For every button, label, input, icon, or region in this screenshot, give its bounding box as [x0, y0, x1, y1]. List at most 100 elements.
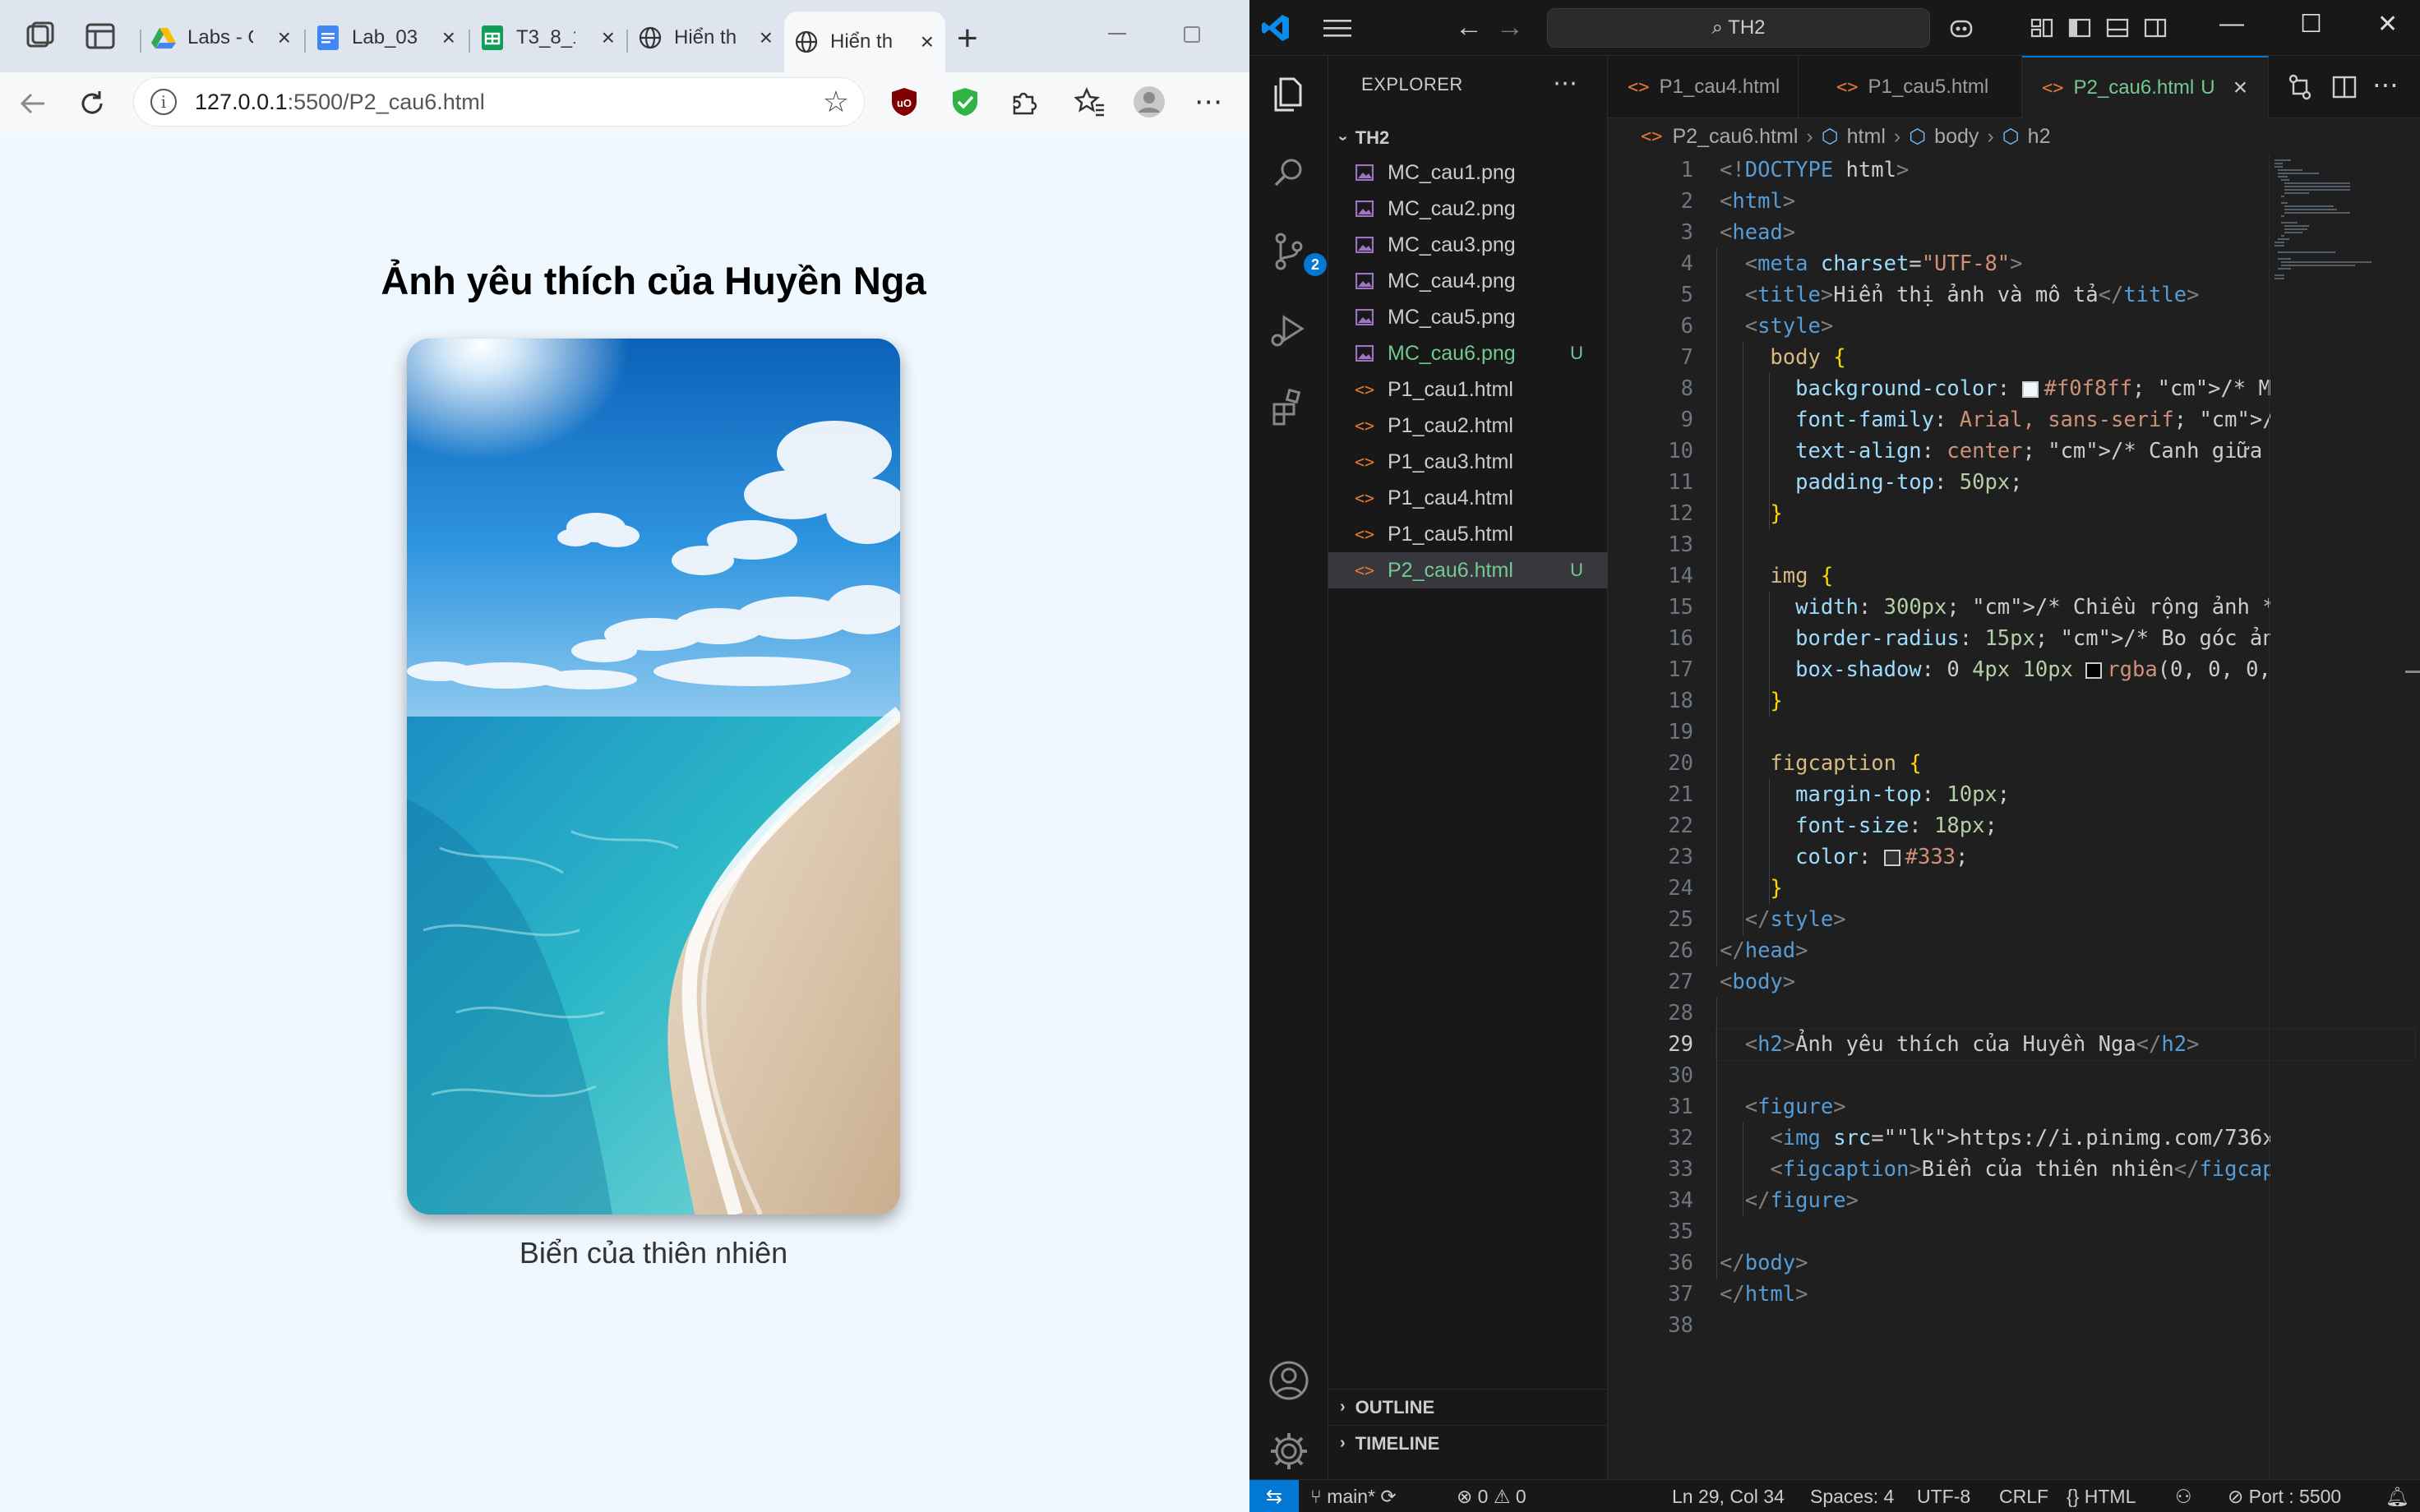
untracked-badge: U — [2201, 76, 2215, 99]
minimize-icon[interactable]: — — [2219, 10, 2244, 38]
explorer-files-icon[interactable] — [1266, 71, 1312, 117]
breadcrumb-item[interactable]: body — [1934, 125, 1979, 149]
favorites-icon[interactable] — [1072, 84, 1108, 120]
maximize-icon[interactable] — [1184, 26, 1200, 43]
html-file-icon: <> — [1354, 380, 1375, 399]
outline-section[interactable]: › OUTLINE — [1328, 1389, 1608, 1425]
encoding-status[interactable]: UTF-8 — [1917, 1480, 1970, 1512]
indentation-status[interactable]: Spaces: 4 — [1810, 1480, 1894, 1512]
minimize-icon[interactable] — [1108, 33, 1126, 35]
toggle-secondary-sidebar-icon[interactable] — [2142, 15, 2168, 41]
close-icon[interactable]: × — [442, 25, 455, 51]
browser-tab-1[interactable]: Lab_03 × — [306, 16, 467, 59]
copilot-icon[interactable] — [1948, 15, 1974, 41]
site-info-icon[interactable]: i — [150, 89, 177, 115]
cursor-position[interactable]: Ln 29, Col 34 — [1672, 1480, 1785, 1512]
vertical-scrollbar[interactable] — [2400, 154, 2420, 1479]
remote-indicator-icon[interactable]: ⇆ — [1249, 1480, 1299, 1512]
more-actions-icon[interactable]: ⋯ — [1553, 69, 1577, 98]
more-options-icon[interactable]: ⋯ — [1190, 84, 1226, 120]
file-item[interactable]: <> P1_cau3.html — [1328, 444, 1608, 480]
html-file-icon: <> — [2042, 77, 2064, 99]
back-arrow-icon[interactable] — [15, 85, 51, 122]
eol-status[interactable]: CRLF — [1999, 1480, 2048, 1512]
toggle-sidebar-icon[interactable] — [2067, 15, 2093, 41]
refresh-icon[interactable] — [74, 85, 110, 122]
browser-tab-4-active[interactable]: Hiển thị × — [784, 12, 945, 72]
close-icon[interactable]: × — [760, 25, 773, 51]
minimap[interactable] — [2269, 154, 2374, 1479]
timeline-section[interactable]: › TIMELINE — [1328, 1425, 1608, 1461]
command-center-search[interactable]: ⌕ TH2 — [1547, 8, 1930, 48]
line-number: 10 — [1668, 439, 1693, 463]
split-editor-icon[interactable] — [2330, 72, 2359, 102]
menu-icon[interactable] — [1323, 18, 1351, 38]
toggle-panel-icon[interactable] — [2104, 15, 2131, 41]
code-line: <figcaption>Biển của thiên nhiên</figcap… — [1770, 1157, 2270, 1182]
scrollbar-cursor-marker — [2405, 671, 2420, 673]
language-status[interactable]: {} HTML — [2067, 1480, 2136, 1512]
browser-tab-0[interactable]: Labs - Google Drive × — [141, 16, 302, 59]
workspace-folder[interactable]: › TH2 — [1328, 122, 1608, 154]
browser-tab-2[interactable]: T3_8_1 × — [470, 16, 626, 59]
workspaces-icon[interactable] — [20, 20, 59, 53]
layout-customize-icon[interactable] — [2029, 15, 2055, 41]
search-icon[interactable] — [1266, 150, 1312, 196]
back-arrow-icon[interactable]: ← — [1455, 12, 1483, 44]
vertical-tabs-icon[interactable] — [81, 20, 120, 53]
more-actions-icon[interactable]: ⋯ — [2372, 69, 2399, 100]
address-bar[interactable]: i 127.0.0.1:5500/P2_cau6.html ☆ — [133, 77, 865, 127]
code-line: body { — [1770, 345, 1846, 370]
editor-tab-p2-cau6-active[interactable]: <> P2_cau6.html U × — [2022, 56, 2269, 118]
color-swatch[interactable] — [1883, 850, 1900, 866]
close-icon[interactable]: × — [2233, 74, 2248, 102]
breadcrumb-item[interactable]: P2_cau6.html — [1673, 125, 1799, 149]
extensions-icon[interactable] — [1266, 385, 1312, 431]
file-item[interactable]: MC_cau5.png — [1328, 299, 1608, 335]
open-changes-icon[interactable] — [2285, 72, 2315, 102]
shield-check-icon[interactable] — [947, 84, 983, 120]
close-icon[interactable]: × — [278, 25, 291, 51]
forward-arrow-icon[interactable]: → — [1496, 12, 1524, 44]
close-icon[interactable]: × — [602, 25, 615, 51]
branch-status[interactable]: ⑂ main* ⟳ — [1310, 1480, 1397, 1512]
breadcrumb-item[interactable]: h2 — [2028, 125, 2051, 149]
color-swatch[interactable] — [2022, 381, 2039, 398]
file-item[interactable]: <> P1_cau5.html — [1328, 516, 1608, 552]
file-name: P1_cau1.html — [1388, 377, 1513, 401]
close-icon[interactable]: ✕ — [2377, 10, 2398, 39]
settings-gear-icon[interactable] — [1266, 1428, 1312, 1474]
file-item[interactable]: MC_cau3.png — [1328, 227, 1608, 263]
accounts-icon[interactable] — [1266, 1358, 1312, 1404]
file-item[interactable]: MC_cau2.png — [1328, 191, 1608, 227]
problems-status[interactable]: ⊗ 0 ⚠ 0 — [1457, 1480, 1526, 1512]
maximize-icon[interactable]: ☐ — [2300, 10, 2322, 39]
file-item[interactable]: <> P1_cau1.html — [1328, 371, 1608, 408]
favorite-star-icon[interactable]: ☆ — [823, 85, 849, 119]
line-number: 8 — [1680, 376, 1693, 401]
close-icon[interactable]: × — [921, 29, 934, 55]
file-item[interactable]: MC_cau1.png — [1328, 154, 1608, 191]
browser-tab-3[interactable]: Hiển thị × — [628, 16, 784, 59]
file-item[interactable]: MC_cau4.png — [1328, 263, 1608, 299]
editor-tab-p1-cau5[interactable]: <> P1_cau5.html — [1799, 56, 2022, 118]
chevron-down-icon: › — [1333, 135, 1352, 141]
editor-tab-p1-cau4[interactable]: <> P1_cau4.html — [1608, 56, 1799, 118]
file-item[interactable]: MC_cau6.png U — [1328, 335, 1608, 371]
live-server-status[interactable]: ⊘ Port : 5500 — [2228, 1480, 2341, 1512]
line-number: 32 — [1668, 1126, 1693, 1150]
notifications-bell-icon[interactable]: 🔔︎ — [2385, 1480, 2409, 1512]
file-item[interactable]: <> P2_cau6.html U — [1328, 552, 1608, 588]
breadcrumb-item[interactable]: html — [1847, 125, 1886, 149]
run-debug-icon[interactable] — [1266, 307, 1312, 353]
file-item[interactable]: <> P1_cau4.html — [1328, 480, 1608, 516]
extensions-puzzle-icon[interactable] — [1006, 84, 1042, 120]
file-name: MC_cau6.png — [1388, 341, 1516, 365]
new-tab-icon[interactable]: + — [957, 18, 978, 59]
file-item[interactable]: <> P1_cau2.html — [1328, 408, 1608, 444]
color-swatch[interactable] — [2085, 662, 2103, 679]
source-control-button[interactable]: 2 — [1266, 228, 1328, 286]
profile-avatar-icon[interactable] — [1131, 84, 1167, 120]
ublock-icon[interactable]: uO — [886, 84, 922, 120]
copilot-status-icon[interactable]: ⚇ — [2175, 1480, 2192, 1512]
